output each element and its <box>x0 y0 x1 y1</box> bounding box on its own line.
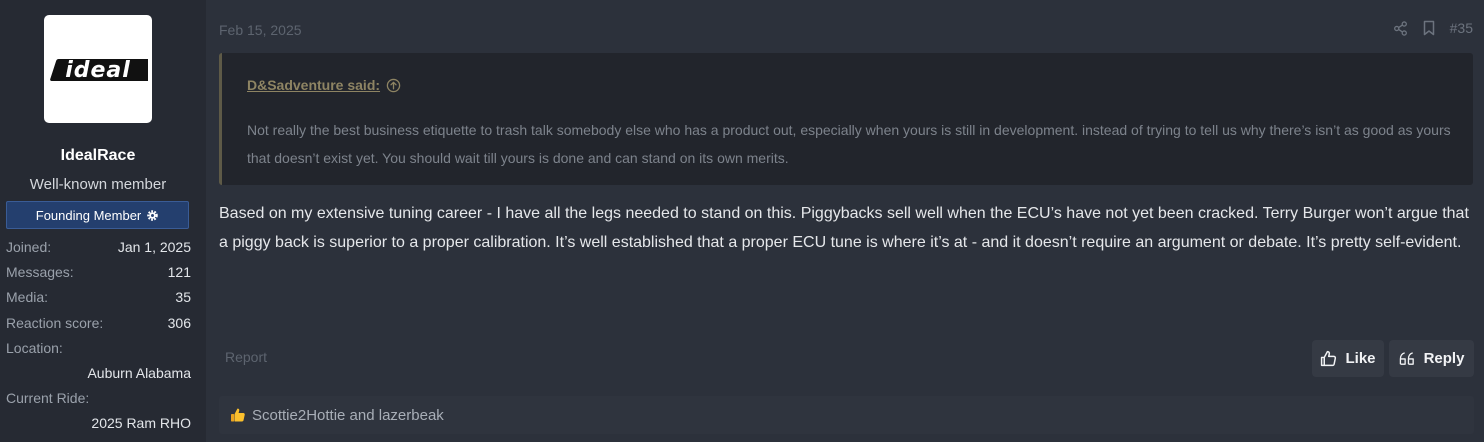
report-link[interactable]: Report <box>225 349 267 365</box>
user-sidebar: ideal IdealRace Well-known member Foundi… <box>0 0 206 442</box>
stat-label: Reaction score: <box>6 315 104 331</box>
arrow-up-circle-icon[interactable] <box>386 78 401 93</box>
post-date[interactable]: Feb 15, 2025 <box>219 22 302 38</box>
post-message: Based on my extensive tuning career - I … <box>219 205 1469 251</box>
stat-label: Messages: <box>6 264 74 280</box>
ideal-logo: ideal <box>50 58 148 83</box>
stat-value[interactable]: 121 <box>168 264 191 280</box>
thumbs-up-emoji-icon <box>231 408 245 422</box>
reactions-text[interactable]: Scottie2Hottie and lazerbeak <box>252 407 444 424</box>
reply-button[interactable]: Reply <box>1389 340 1474 377</box>
username[interactable]: IdealRace <box>0 147 196 165</box>
share-icon[interactable] <box>1393 20 1408 36</box>
founding-member-badge: Founding Member <box>6 201 189 229</box>
stat-label: Joined: <box>6 239 52 255</box>
like-button[interactable]: Like <box>1312 340 1384 377</box>
stat-value: 306 <box>167 315 191 331</box>
post-number[interactable]: #35 <box>1450 20 1473 36</box>
quote-block: D&Sadventure said: Not really the best b… <box>219 53 1473 185</box>
bookmark-icon[interactable] <box>1422 20 1436 36</box>
current-ride-value: 2025 Ram RHO <box>91 415 191 431</box>
quote-author[interactable]: D&Sadventure said: <box>247 77 380 93</box>
location-label: Location: <box>6 340 63 356</box>
thumbs-up-icon <box>1321 350 1337 367</box>
user-title: Well-known member <box>29 176 167 193</box>
forum-post: ideal IdealRace Well-known member Foundi… <box>0 0 1484 442</box>
svg-text:ideal: ideal <box>65 58 131 83</box>
quote-author-link[interactable]: D&Sadventure said: <box>247 77 401 93</box>
stat-value[interactable]: 35 <box>175 289 191 305</box>
gear-icon <box>147 209 159 221</box>
quote-marks-icon <box>1399 352 1414 365</box>
location-value: Auburn Alabama <box>87 365 191 381</box>
avatar[interactable]: ideal <box>44 15 152 123</box>
stat-label: Media: <box>6 289 49 305</box>
reply-label: Reply <box>1423 350 1465 367</box>
like-label: Like <box>1345 350 1376 367</box>
quote-text: Not really the best business etiquette t… <box>247 122 1451 166</box>
stat-value: Jan 1, 2025 <box>117 239 191 255</box>
current-ride-label: Current Ride: <box>6 390 90 406</box>
reactions-bar[interactable]: Scottie2Hottie and lazerbeak <box>219 396 1474 434</box>
badge-label: Founding Member <box>35 207 142 223</box>
post-tools: #35 <box>1393 20 1473 36</box>
